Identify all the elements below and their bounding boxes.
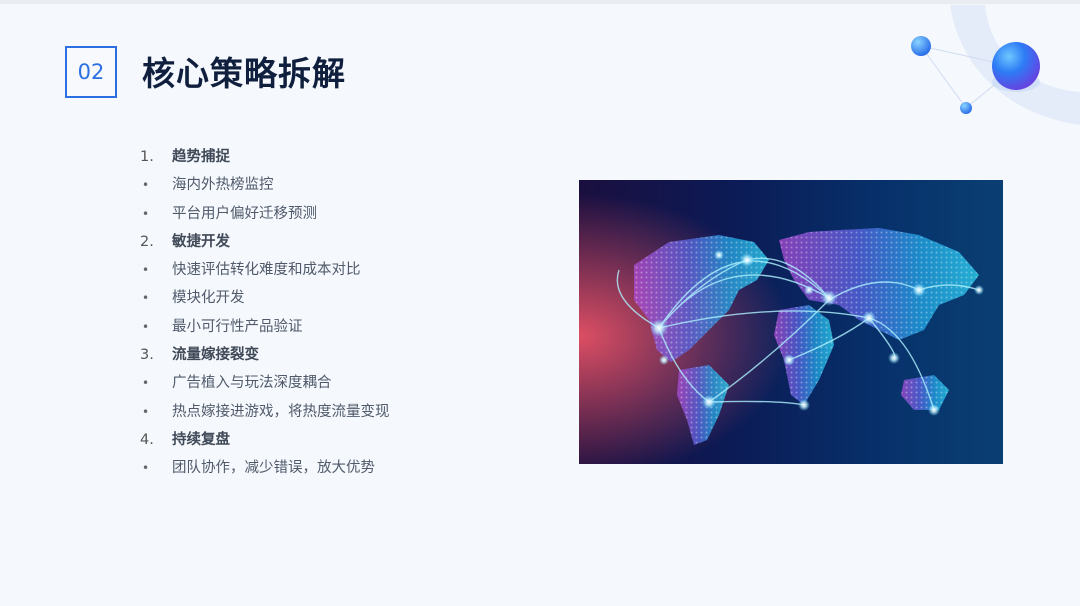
list-item-text: 团队协作，减少错误，放大优势 bbox=[172, 460, 375, 477]
section-label: 敏捷开发 bbox=[172, 233, 230, 250]
list-item: • 模块化开发 bbox=[140, 284, 540, 312]
section-label: 持续复盘 bbox=[172, 431, 230, 448]
tiny-sphere-icon bbox=[960, 102, 972, 114]
list-item: • 热点嫁接进游戏，将热度流量变现 bbox=[140, 398, 540, 426]
section-heading: 1. 趋势捕捉 bbox=[140, 143, 540, 171]
list-item-text: 广告植入与玩法深度耦合 bbox=[172, 375, 332, 392]
section-heading: 3. 流量嫁接裂变 bbox=[140, 341, 540, 369]
list-item: • 平台用户偏好迁移预测 bbox=[140, 200, 540, 228]
page-title: 核心策略拆解 bbox=[142, 54, 346, 93]
section-number-badge: 02 bbox=[65, 46, 117, 98]
list-item-text: 海内外热榜监控 bbox=[172, 177, 274, 194]
list-item-text: 热点嫁接进游戏，将热度流量变现 bbox=[172, 403, 390, 420]
section-marker: 4. bbox=[140, 431, 154, 448]
section-label: 流量嫁接裂变 bbox=[172, 347, 259, 364]
section-heading: 4. 持续复盘 bbox=[140, 426, 540, 454]
bullet-icon: • bbox=[142, 263, 150, 278]
list-item-text: 最小可行性产品验证 bbox=[172, 318, 303, 335]
bullet-icon: • bbox=[142, 206, 150, 221]
list-item: • 广告植入与玩法深度耦合 bbox=[140, 369, 540, 397]
strategy-list: 1. 趋势捕捉 • 海内外热榜监控 • 平台用户偏好迁移预测 2. 敏捷开发 •… bbox=[140, 143, 540, 483]
list-item-text: 快速评估转化难度和成本对比 bbox=[172, 262, 361, 279]
small-sphere-icon bbox=[911, 36, 931, 56]
list-item: • 团队协作，减少错误，放大优势 bbox=[140, 454, 540, 482]
world-network-map-graphic bbox=[579, 180, 1003, 464]
list-item: • 海内外热榜监控 bbox=[140, 171, 540, 199]
top-bar bbox=[0, 0, 1080, 4]
bullet-icon: • bbox=[142, 461, 150, 476]
section-marker: 3. bbox=[140, 347, 154, 364]
section-label: 趋势捕捉 bbox=[172, 149, 230, 165]
bullet-icon: • bbox=[142, 178, 150, 193]
bullet-icon: • bbox=[142, 291, 150, 306]
large-sphere-icon bbox=[992, 42, 1040, 90]
list-item-text: 平台用户偏好迁移预测 bbox=[172, 205, 317, 222]
section-heading: 2. 敏捷开发 bbox=[140, 228, 540, 256]
world-network-map-image bbox=[579, 180, 1003, 464]
list-item: • 快速评估转化难度和成本对比 bbox=[140, 256, 540, 284]
list-item: • 最小可行性产品验证 bbox=[140, 313, 540, 341]
bullet-icon: • bbox=[142, 404, 150, 419]
bullet-icon: • bbox=[142, 376, 150, 391]
section-marker: 1. bbox=[140, 149, 154, 165]
list-item-text: 模块化开发 bbox=[172, 290, 245, 307]
bullet-icon: • bbox=[142, 319, 150, 334]
section-marker: 2. bbox=[140, 233, 154, 250]
